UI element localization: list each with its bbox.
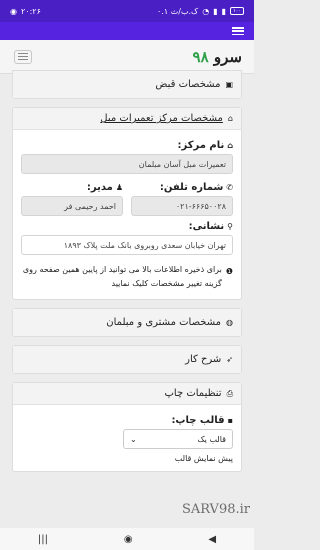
receipt-title: مشخصات قبض — [155, 79, 221, 90]
address-label: نشانی: — [188, 221, 225, 232]
status-speed: ۰.۱ ک.ب/ث — [157, 6, 199, 16]
recents-icon[interactable]: ||| — [38, 534, 48, 545]
android-nav-bar: ||| ◉ ◀ — [0, 528, 254, 550]
template-label-row: ▪ قالب چاپ: — [21, 415, 233, 426]
print-body: ▪ قالب چاپ: قالب یک ⌄ پیش نمایش قالب — [13, 405, 241, 471]
main-content: ▣ مشخصات قبض ⌂ مشخصات مرکز تعمیرات مبل ⌂… — [0, 70, 254, 472]
print-settings-card: ⎙ تنظیمات چاپ ▪ قالب چاپ: قالب یک ⌄ پیش … — [12, 382, 242, 472]
print-icon: ⎙ — [226, 388, 233, 398]
brand-logo[interactable]: سرو ۹۸ — [193, 48, 242, 66]
center-name-label-row: ⌂ نام مرکز: — [21, 140, 233, 151]
template-select-value: قالب یک — [197, 434, 226, 444]
address-label-row: ⚲ نشانی: — [21, 221, 233, 232]
phone-field[interactable]: ۰۲۱-۶۶۶۵۰۰۲۸ — [131, 196, 233, 216]
app-strip — [0, 22, 254, 40]
battery-icon: ۱۰۰ — [230, 7, 244, 15]
status-bar: ◉ ۲۰:۲۶ ۰.۱ ک.ب/ث ◔ ▮ ▮ ۱۰۰ — [0, 0, 254, 22]
back-icon[interactable]: ◀ — [208, 534, 216, 545]
status-time: ۲۰:۲۶ — [20, 6, 41, 16]
job-title: شرح کار — [185, 354, 222, 365]
print-title: تنظیمات چاپ — [164, 388, 222, 399]
brand-text: سرو — [213, 47, 242, 66]
phone-manager-row: ✆ شماره تلفن: ۰۲۱-۶۶۶۵۰۰۲۸ ♟ مدیر: احمد … — [21, 178, 233, 216]
customer-header[interactable]: ◍ مشخصات مشتری و مبلمان — [13, 309, 241, 336]
home-icon: ⌂ — [227, 141, 233, 150]
signal-icon: ▮ — [213, 6, 218, 16]
info-note: ❶ برای ذخیره اطلاعات بالا می توانید از پ… — [21, 263, 233, 291]
template-icon: ▪ — [227, 416, 233, 425]
center-name-field[interactable]: تعمیرات مبل آسان مبلمان — [21, 154, 233, 174]
job-card[interactable]: ➶ شرح کار — [12, 345, 242, 374]
receipt-header[interactable]: ▣ مشخصات قبض — [13, 71, 241, 98]
center-name-label: نام مرکز: — [177, 140, 225, 151]
status-alert-icon: ◉ — [10, 6, 17, 16]
home-icon: ⌂ — [227, 114, 233, 123]
template-label: قالب چاپ: — [171, 415, 225, 426]
phone-label-row: ✆ شماره تلفن: — [131, 182, 233, 193]
info-icon: ❶ — [225, 267, 233, 276]
home-button-icon[interactable]: ◉ — [124, 534, 133, 545]
repair-center-header[interactable]: ⌂ مشخصات مرکز تعمیرات مبل — [13, 108, 241, 130]
receipt-icon: ▣ — [225, 80, 233, 89]
template-select[interactable]: قالب یک ⌄ — [123, 429, 233, 449]
print-header[interactable]: ⎙ تنظیمات چاپ — [13, 383, 241, 405]
info-text: برای ذخیره اطلاعات بالا می توانید از پای… — [22, 265, 222, 288]
manager-label-row: ♟ مدیر: — [21, 182, 123, 193]
customer-card[interactable]: ◍ مشخصات مشتری و مبلمان — [12, 308, 242, 337]
phone-icon: ✆ — [226, 183, 233, 192]
brand-number: ۹۸ — [192, 47, 209, 66]
address-field[interactable]: تهران خیابان سعدی روبروی بانک ملت پلاک ۱… — [21, 235, 233, 255]
wifi-icon: ◔ — [202, 6, 210, 16]
rocket-icon: ➶ — [226, 355, 233, 364]
signal-icon: ▮ — [221, 6, 226, 16]
hamburger-icon[interactable] — [232, 27, 244, 35]
preview-label[interactable]: پیش نمایش قالب — [175, 454, 233, 463]
phone-label: شماره تلفن: — [159, 182, 224, 193]
repair-center-title: مشخصات مرکز تعمیرات مبل — [100, 113, 223, 124]
navbar-toggle-button[interactable] — [14, 49, 32, 64]
user-icon: ♟ — [115, 183, 123, 192]
map-marker-icon: ⚲ — [227, 222, 233, 231]
user-circle-icon: ◍ — [226, 318, 233, 327]
manager-label: مدیر: — [86, 182, 113, 193]
customer-title: مشخصات مشتری و مبلمان — [106, 317, 222, 328]
manager-field[interactable]: احمد رحیمی فر — [21, 196, 123, 216]
job-header[interactable]: ➶ شرح کار — [13, 346, 241, 373]
repair-center-card: ⌂ مشخصات مرکز تعمیرات مبل ⌂ نام مرکز: تع… — [12, 107, 242, 300]
top-navbar: سرو ۹۸ — [0, 40, 254, 74]
watermark: SARV98.ir — [181, 502, 250, 517]
receipt-card[interactable]: ▣ مشخصات قبض — [12, 70, 242, 99]
repair-center-body: ⌂ نام مرکز: تعمیرات مبل آسان مبلمان ✆ شم… — [13, 130, 241, 299]
preview-row: پیش نمایش قالب — [21, 454, 233, 463]
chevron-down-icon: ⌄ — [130, 434, 137, 444]
